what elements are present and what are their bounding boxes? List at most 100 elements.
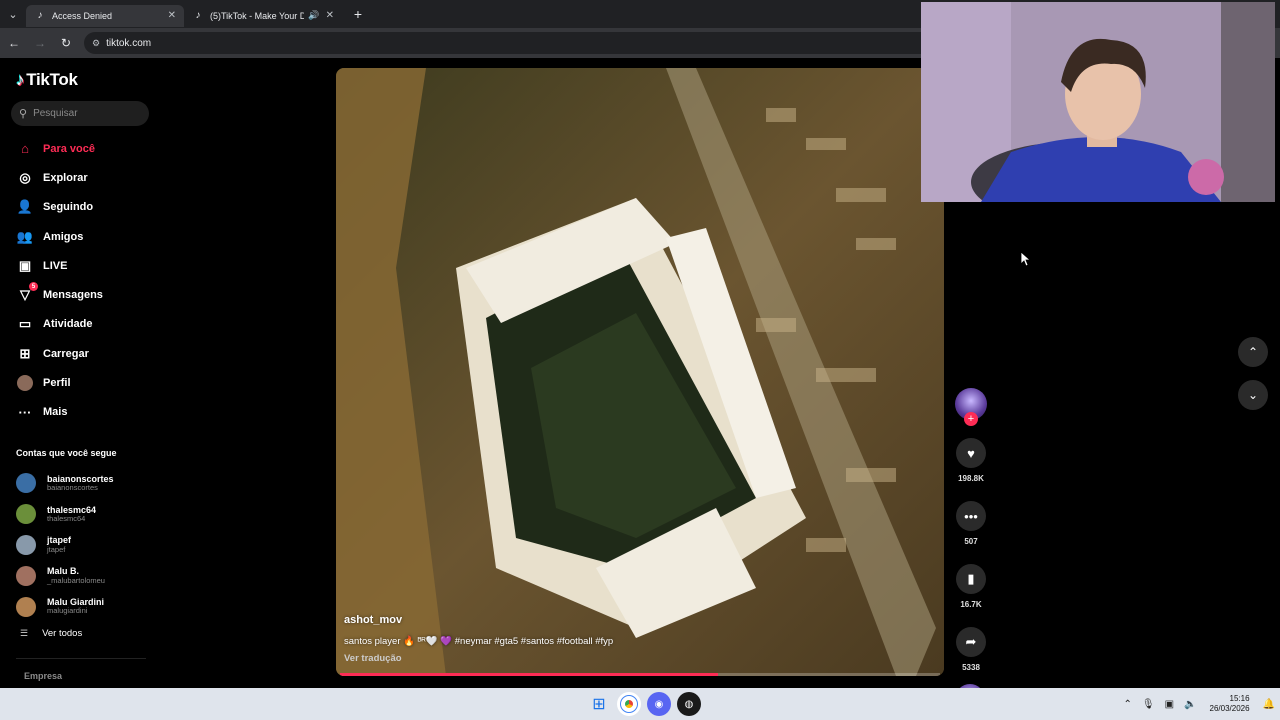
comment-count: 507 — [964, 537, 978, 546]
share-action: ➦ 5338 — [955, 627, 987, 672]
tiktok-logo[interactable]: ♪ TikTok — [16, 70, 78, 90]
windows-start-icon[interactable]: ⊞ — [587, 692, 611, 716]
comment-action: ••• 507 — [955, 501, 987, 546]
tiktok-note-icon: ♪ — [16, 70, 25, 89]
divider — [16, 658, 146, 659]
live-icon: ▣ — [18, 257, 32, 273]
sidebar-item-live[interactable]: ▣ LIVE — [0, 251, 160, 280]
sidebar-item-label: Perfil — [43, 377, 71, 390]
account-handle: _malubartolomeu — [47, 575, 105, 585]
tiktok-icon: ♪ — [37, 10, 43, 21]
bookmark-icon[interactable]: ▮ — [956, 564, 986, 594]
translate-link[interactable]: Ver tradução — [344, 653, 402, 664]
see-all-label: Ver todos — [42, 628, 83, 639]
save-count: 16.7K — [960, 600, 982, 609]
browser-tab-tiktok[interactable]: ♪ (5)TikTok - Make Your Day 🔊 ✕ — [184, 5, 342, 27]
back-arrow-icon[interactable]: ← — [2, 31, 26, 55]
sidebar-item-label: Amigos — [43, 230, 84, 243]
sidebar-item-label: Seguindo — [43, 201, 94, 214]
tab-search-chevron-icon[interactable]: ⌄ — [0, 0, 26, 28]
logo-text: TikTok — [26, 70, 78, 89]
sidebar-item-explorar[interactable]: ◎ Explorar — [0, 163, 160, 192]
friends-icon: 👥 — [16, 228, 34, 244]
chevron-up-icon[interactable]: ⌃ — [1124, 699, 1132, 710]
sidebar-item-atividade[interactable]: ▭ Atividade — [0, 310, 160, 339]
sidebar-item-mensagens[interactable]: ▽ 5 Mensagens — [0, 280, 160, 309]
video-progress-bar[interactable] — [340, 673, 940, 676]
following-title: Contas que você segue — [16, 448, 117, 458]
volume-icon[interactable]: 🔈 — [1184, 699, 1196, 710]
following-account[interactable]: thalesmc64 thalesmc64 — [16, 499, 156, 530]
compass-icon: ◎ — [19, 169, 31, 185]
company-link[interactable]: Empresa — [24, 671, 62, 681]
browser-tab-access-denied[interactable]: ♪ Access Denied ✕ — [26, 4, 184, 27]
avatar — [16, 504, 36, 525]
see-all-link[interactable]: ☰ Ver todos — [20, 628, 82, 639]
list-icon: ☰ — [20, 628, 29, 638]
search-box[interactable]: ⚲ — [11, 101, 149, 126]
messages-icon: ▽ 5 — [16, 282, 38, 304]
sidebar-item-label: LIVE — [43, 259, 68, 272]
following-account[interactable]: Malu B. _malubartolomeu — [16, 560, 156, 591]
chrome-icon[interactable] — [617, 692, 641, 716]
share-count: 5338 — [962, 663, 980, 672]
upload-icon: ⊞ — [19, 345, 31, 361]
following-account[interactable]: baianonscortes baianonscortes — [16, 468, 156, 499]
previous-video-chevron-up-icon[interactable]: ⌃ — [1238, 337, 1268, 367]
share-icon[interactable]: ➦ — [956, 627, 986, 657]
url-text: tiktok.com — [106, 37, 152, 49]
activity-icon: ▭ — [18, 316, 32, 332]
new-tab-button[interactable]: + — [348, 4, 368, 24]
sidebar-item-amigos[interactable]: 👥 Amigos — [0, 222, 160, 251]
video-author[interactable]: ashot_mov — [344, 614, 402, 626]
sidebar-item-label: Explorar — [43, 171, 88, 184]
sidebar-nav: ⌂ Para você ◎ Explorar 👤 Seguindo 👥 Amig… — [0, 134, 160, 427]
address-bar[interactable]: ⚙ tiktok.com — [84, 32, 934, 54]
search-icon: ⚲ — [19, 108, 28, 120]
sidebar-item-seguindo[interactable]: 👤 Seguindo — [0, 193, 160, 222]
close-icon[interactable]: ✕ — [168, 10, 176, 21]
system-tray: ⌃ 🎙 ▣ 🔈 15:16 26/03/2026 🔔 — [1119, 688, 1280, 720]
windows-taskbar: ⊞ ◉ ◍ ⌃ 🎙 ▣ 🔈 15:16 26/03/2026 🔔 — [0, 688, 1280, 720]
speaker-icon[interactable]: 🔊 — [308, 10, 319, 21]
following-account[interactable]: Malu Giardini malugiardini — [16, 591, 156, 622]
sidebar-item-carregar[interactable]: ⊞ Carregar — [0, 339, 160, 368]
notifications-icon[interactable]: 🔔 — [1263, 699, 1275, 710]
microphone-icon[interactable]: 🎙 — [1142, 699, 1155, 710]
discord-icon[interactable]: ◉ — [647, 692, 671, 716]
sidebar-item-label: Carregar — [43, 347, 89, 360]
following-icon: 👤 — [16, 199, 34, 215]
search-input[interactable] — [33, 108, 134, 119]
home-icon: ⌂ — [21, 141, 29, 157]
comment-icon[interactable]: ••• — [956, 501, 986, 531]
clock[interactable]: 15:16 26/03/2026 — [1210, 694, 1250, 715]
video-caption: santos player 🔥 ᴮᴿ🤍 💜 #neymar #gta5 #san… — [344, 636, 614, 647]
sidebar-item-perfil[interactable]: Perfil — [0, 368, 160, 397]
account-handle: malugiardini — [47, 606, 88, 616]
follow-plus-icon[interactable]: + — [964, 412, 978, 426]
network-icon[interactable]: ▣ — [1165, 699, 1174, 710]
site-settings-icon[interactable]: ⚙ — [92, 38, 100, 49]
account-handle: jtapef — [47, 544, 66, 554]
avatar — [16, 534, 36, 555]
close-icon[interactable]: ✕ — [326, 10, 334, 21]
taskbar-apps: ⊞ ◉ ◍ — [584, 692, 704, 716]
author-avatar[interactable]: + — [955, 388, 987, 426]
tab-title: (5)TikTok - Make Your Day — [210, 10, 305, 21]
obs-icon[interactable]: ◍ — [677, 692, 701, 716]
video-player[interactable]: ashot_mov santos player 🔥 ᴮᴿ🤍 💜 #neymar … — [336, 68, 944, 676]
heart-icon[interactable]: ♥ — [956, 438, 986, 468]
sidebar-item-para-voce[interactable]: ⌂ Para você — [0, 134, 160, 163]
more-icon: ··· — [18, 404, 32, 420]
forward-arrow-icon[interactable]: → — [28, 31, 52, 55]
next-video-chevron-down-icon[interactable]: ⌄ — [1238, 380, 1268, 410]
account-handle: thalesmc64 — [47, 513, 86, 523]
tiktok-icon: ♪ — [195, 10, 201, 21]
video-progress-fill — [340, 673, 718, 676]
sidebar-item-label: Mensagens — [43, 289, 103, 302]
messages-badge: 5 — [29, 282, 38, 292]
reload-icon[interactable]: ↻ — [54, 31, 78, 55]
sidebar-item-mais[interactable]: ··· Mais — [0, 398, 160, 427]
following-account[interactable]: jtapef jtapef — [16, 530, 156, 561]
video-actions: + ♥ 198.8K ••• 507 ▮ 16.7K ➦ 5338 — [955, 388, 987, 714]
